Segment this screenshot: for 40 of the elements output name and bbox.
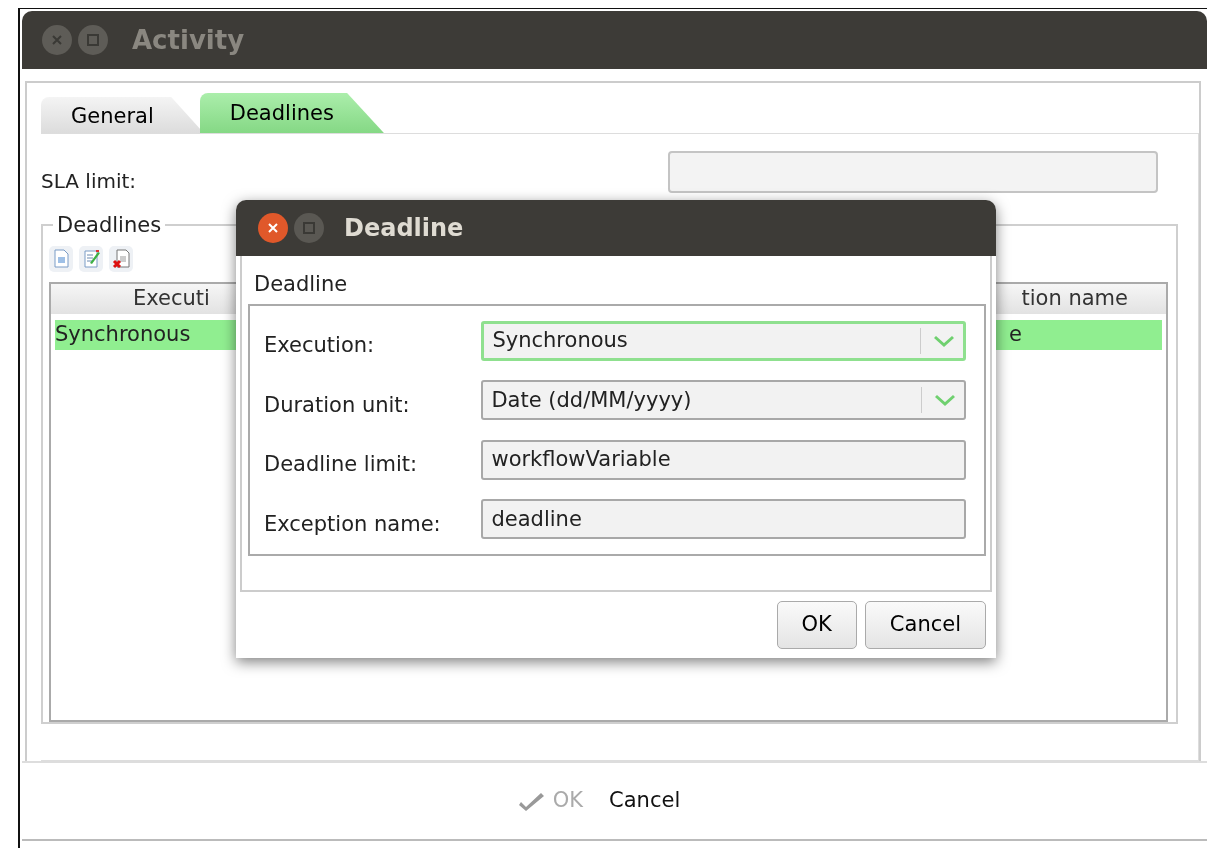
dropdown-value: Date (dd/MM/yyyy) [491,386,692,414]
column-header: Executi [133,285,210,313]
maximize-button[interactable] [294,213,324,243]
dropdown[interactable]: Date (dd/MM/yyyy) [481,380,966,421]
maximize-icon [87,34,99,46]
dialog-button: OK [518,785,584,817]
close-icon [267,222,279,234]
field-label: Duration unit: [264,391,411,419]
delete-button[interactable] [109,246,133,272]
dialog-button[interactable]: OK [776,601,857,649]
dialog-button[interactable]: Cancel [864,601,986,649]
close-button[interactable] [258,213,288,243]
chevron-down-icon [933,333,955,348]
table-cell-text: e [1009,321,1022,349]
edit-button[interactable] [79,246,103,272]
input-field[interactable]: workflowVariable [481,439,966,480]
field-label: Execution: [264,332,376,359]
window-title: Activity [132,23,245,57]
window-title: Deadline [344,213,464,244]
document-icon [51,249,71,269]
tab[interactable]: Deadlines [199,93,384,133]
dialog-button[interactable]: Cancel [609,785,681,817]
input-field[interactable]: deadline [481,499,966,540]
field-label: Exception name: [264,510,442,538]
edit-document-icon [81,249,101,269]
chevron-down-icon [934,393,956,408]
close-icon [51,34,63,46]
field-label: Deadline limit: [264,451,419,478]
dropdown-value: Synchronous [492,327,628,354]
dropdown[interactable]: Synchronous [481,320,966,361]
maximize-icon [303,222,315,234]
check-icon [518,790,545,812]
maximize-button[interactable] [78,25,108,55]
column-header: tion name [1021,285,1128,313]
group-title: Deadline [253,271,349,298]
delete-document-icon [111,249,131,269]
input-field[interactable] [668,151,1158,193]
field-label: SLA limit: [41,168,137,195]
table-cell-text: Synchronous [55,321,191,349]
new-document-button[interactable] [49,246,73,272]
